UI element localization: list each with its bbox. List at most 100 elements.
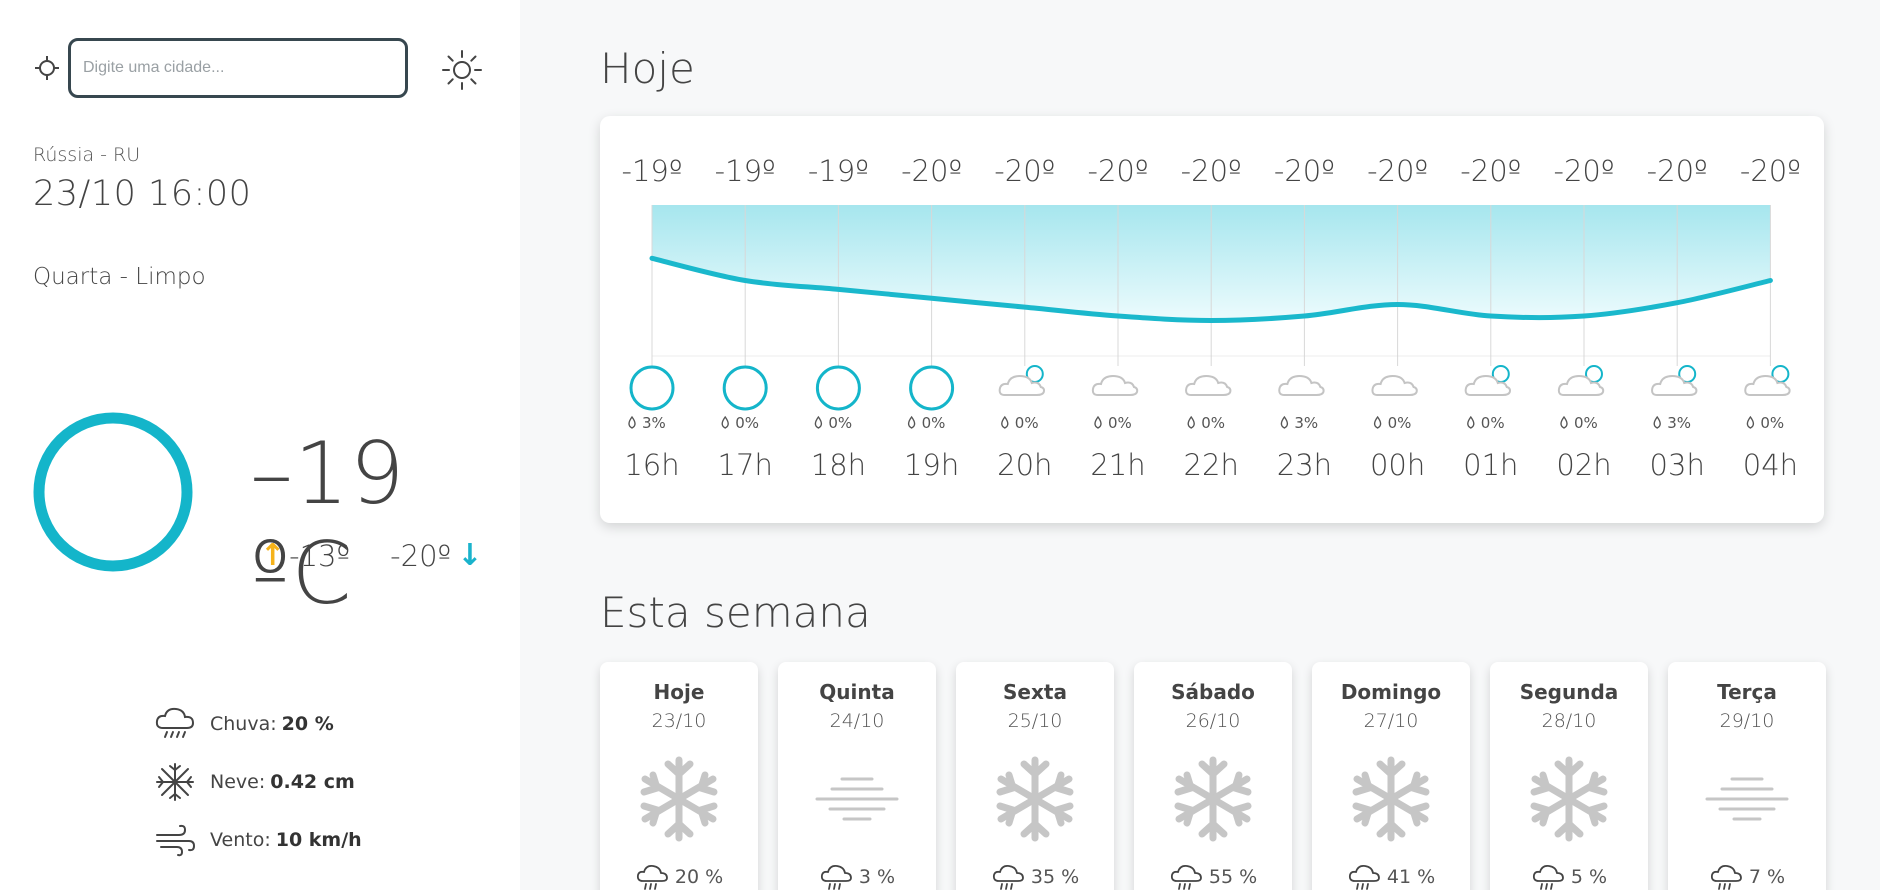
wind-label: Vento:	[210, 829, 271, 851]
day-rain-value: 41 %	[1386, 866, 1436, 888]
day-rain-value: 20 %	[674, 866, 724, 888]
hour-temp-label: -20º	[1274, 154, 1335, 188]
day-name: Terça	[1717, 680, 1777, 704]
main-content: Hoje -19º 3% 16h -19º 0% 17h -19º 0% 18h -20º 0% 19…	[520, 0, 1880, 890]
snowflake-icon	[1524, 754, 1614, 844]
day-rain: 41 %	[1312, 862, 1470, 890]
raindrop-icon	[1467, 415, 1475, 429]
cloud-icon	[1278, 374, 1325, 396]
city-search-input[interactable]	[68, 38, 408, 98]
cloudy-night-icon	[1651, 365, 1698, 396]
day-date: 27/10	[1363, 710, 1419, 732]
country-label: Rússia - RU	[33, 144, 141, 166]
fog-icon	[812, 754, 902, 844]
weather-description: Quarta - Limpo	[33, 264, 206, 290]
day-card-4[interactable]: Domingo 27/10 41 %	[1312, 662, 1470, 890]
hour-label: 02h	[1556, 448, 1611, 482]
rain-stat: Chuva: 20 %	[152, 695, 362, 753]
day-rain: 20 %	[600, 862, 758, 890]
cloudy-night-icon	[1557, 365, 1605, 396]
fog-icon	[1702, 754, 1792, 844]
hour-temp-label: -20º	[1367, 154, 1428, 188]
day-rain-value: 55 %	[1208, 866, 1258, 888]
week-forecast: Hoje 23/10 20 % Quinta 24/10 3 % Sexta 25/10 35 …	[600, 662, 1826, 890]
sun-icon[interactable]	[440, 48, 484, 92]
raindrop-icon	[1373, 415, 1382, 429]
rain-cloud-icon	[152, 701, 198, 747]
clear-night-icon	[722, 365, 768, 411]
hour-rain-chance: 0%	[1760, 414, 1784, 432]
day-date: 25/10	[1007, 710, 1063, 732]
rain-cloud-icon	[819, 862, 853, 890]
day-date: 24/10	[829, 710, 885, 732]
snowflake-icon	[990, 754, 1080, 844]
day-rain-value: 5 %	[1570, 866, 1608, 888]
day-card-0[interactable]: Hoje 23/10 20 %	[600, 662, 758, 890]
hour-rain-chance: 0%	[1201, 414, 1225, 432]
rain-label: Chuva:	[210, 713, 277, 735]
rain-value: 20 %	[281, 713, 334, 735]
day-name: Hoje	[653, 680, 705, 704]
hour-label: 16h	[624, 448, 679, 482]
hour-rain-chance: 0%	[1574, 414, 1598, 432]
raindrop-icon	[1746, 415, 1755, 429]
snow-value: 0.42 cm	[270, 771, 355, 793]
max-temperature: -13º	[289, 538, 351, 573]
hour-label: 18h	[811, 448, 866, 482]
day-date: 28/10	[1541, 710, 1597, 732]
hour-rain-chance: 0%	[1015, 414, 1039, 432]
hour-temp-label: -20º	[1460, 154, 1521, 188]
datetime-label: 23/10 16:00	[33, 174, 252, 214]
today-title: Hoje	[600, 44, 695, 93]
day-date: 29/10	[1719, 710, 1775, 732]
hour-temp-label: -20º	[1647, 154, 1708, 188]
hour-label: 23h	[1277, 448, 1332, 482]
day-rain: 55 %	[1134, 862, 1292, 890]
wind-value: 10 km/h	[275, 829, 362, 851]
day-date: 26/10	[1185, 710, 1241, 732]
snowflake-icon	[634, 754, 724, 844]
clear-night-icon	[909, 365, 955, 411]
hour-rain-chance: 0%	[735, 414, 759, 432]
sidebar: Rússia - RU 23/10 16:00 Quarta - Limpo –…	[0, 0, 520, 890]
hour-rain-chance: 3%	[642, 414, 666, 432]
locate-me-icon[interactable]	[30, 51, 64, 85]
hour-temp-label: -20º	[901, 154, 962, 188]
rain-cloud-icon	[1169, 862, 1203, 890]
raindrop-icon	[628, 415, 636, 429]
clear-night-icon	[32, 411, 194, 573]
hour-label: 00h	[1370, 448, 1425, 482]
hour-label: 01h	[1463, 448, 1518, 482]
snowflake-icon	[1346, 754, 1436, 844]
hour-rain-chance: 0%	[828, 414, 852, 432]
day-card-3[interactable]: Sábado 26/10 55 %	[1134, 662, 1292, 890]
hour-label: 19h	[904, 448, 959, 482]
day-card-1[interactable]: Quinta 24/10 3 %	[778, 662, 936, 890]
clear-night-icon	[815, 365, 861, 411]
day-rain: 7 %	[1668, 862, 1826, 890]
day-rain: 5 %	[1490, 862, 1648, 890]
hour-temp-label: -19º	[621, 154, 682, 188]
day-card-5[interactable]: Segunda 28/10 5 %	[1490, 662, 1648, 890]
cloudy-night-icon	[1464, 365, 1511, 396]
day-card-2[interactable]: Sexta 25/10 35 %	[956, 662, 1114, 890]
rain-cloud-icon	[991, 862, 1025, 890]
rain-cloud-icon	[1347, 862, 1381, 890]
day-name: Segunda	[1519, 680, 1619, 704]
raindrop-icon	[1001, 415, 1009, 429]
raindrop-icon	[1560, 415, 1568, 429]
raindrop-icon	[907, 415, 916, 429]
current-temperature: –19 ºC	[250, 424, 406, 624]
search-row	[30, 38, 408, 98]
raindrop-icon	[1280, 415, 1289, 429]
hour-rain-chance: 3%	[1667, 414, 1691, 432]
day-date: 23/10	[651, 710, 707, 732]
hour-temp-label: -20º	[1740, 154, 1801, 188]
day-card-6[interactable]: Terça 29/10 7 %	[1668, 662, 1826, 890]
hour-label: 03h	[1650, 448, 1705, 482]
day-rain-value: 7 %	[1748, 866, 1786, 888]
hour-rain-chance: 0%	[1108, 414, 1132, 432]
min-max-temperature: ↑ -13º -20º ↓	[260, 538, 482, 573]
clear-night-icon	[629, 365, 675, 411]
weather-stats: Chuva: 20 % Neve: 0.42 cm Vento: 10 km/h	[152, 695, 362, 869]
